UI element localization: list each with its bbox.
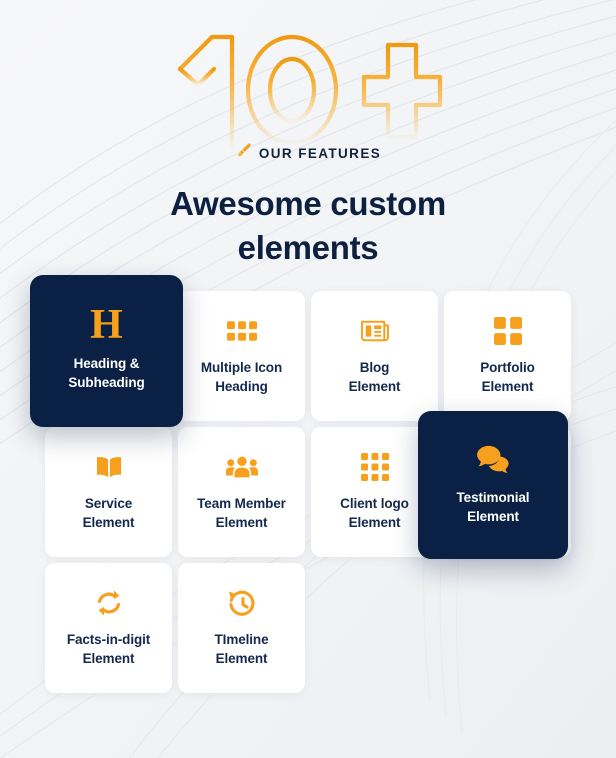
- paint-brush-icon: [235, 142, 252, 164]
- headline-line-1: Awesome custom: [170, 185, 446, 222]
- features-grid: HHeading & SubheadingIcon HeadingMultipl…: [30, 275, 571, 694]
- big-number-graphic: 10+: [0, 24, 616, 150]
- people-group-icon: [225, 452, 258, 482]
- feature-card-label: Multiple Icon Heading: [200, 360, 283, 394]
- eyebrow-text: OUR FEATURES: [258, 145, 382, 161]
- feature-card-label: Portfolio Element: [480, 360, 535, 394]
- feature-card-label: Heading & Subheading: [68, 356, 145, 390]
- hero-section: 10+: [0, 0, 616, 269]
- open-book-icon: [94, 452, 124, 482]
- feature-card-label: Client logo Element: [340, 496, 409, 530]
- feature-card-label: Facts-in-digit Element: [66, 632, 151, 666]
- refresh-sync-icon: [95, 588, 123, 618]
- big-number-10plus: 10+: [177, 34, 443, 148]
- feature-card-heading-subheading[interactable]: H Heading & Subheading: [30, 275, 183, 428]
- feature-card-timeline-element[interactable]: TImeline Element: [178, 563, 305, 694]
- feature-card-portfolio-element[interactable]: Portfolio Element: [444, 291, 571, 422]
- feature-card-service-element[interactable]: Service Element: [45, 427, 172, 558]
- eyebrow: OUR FEATURES: [0, 142, 616, 164]
- feature-card-label: Team Member Element: [197, 496, 286, 530]
- feature-card-blog-element[interactable]: Blog Element: [311, 291, 438, 422]
- feature-card-label: Testimonial Element: [456, 490, 530, 524]
- feature-card-multiple-icon-heading[interactable]: Multiple Icon Heading: [178, 291, 305, 422]
- feature-card-label: Service Element: [82, 496, 135, 530]
- grid-3x3-icon: [360, 452, 389, 482]
- grid-3x2-icon: [226, 316, 257, 346]
- feature-card-label: TImeline Element: [214, 632, 269, 666]
- feature-card-testimonial-element[interactable]: Testimonial Element: [418, 411, 568, 560]
- feature-card-facts-in-digit-element[interactable]: Facts-in-digit Element: [45, 563, 172, 694]
- chat-bubbles-icon: [476, 444, 510, 474]
- newspaper-icon: [360, 316, 390, 346]
- feature-card-label: Blog Element: [348, 360, 401, 394]
- headline-line-2: elements: [237, 228, 379, 266]
- letter-h-icon: H: [90, 302, 123, 349]
- features-page: 10+: [0, 0, 616, 758]
- page-title: Awesome custom elements: [0, 182, 616, 269]
- features-grid-wrapper: HHeading & SubheadingIcon HeadingMultipl…: [0, 275, 616, 694]
- feature-card-team-member-element[interactable]: Team Member Element: [178, 427, 305, 558]
- grid-2x2-icon: [493, 316, 522, 346]
- history-clock-icon: [228, 588, 256, 618]
